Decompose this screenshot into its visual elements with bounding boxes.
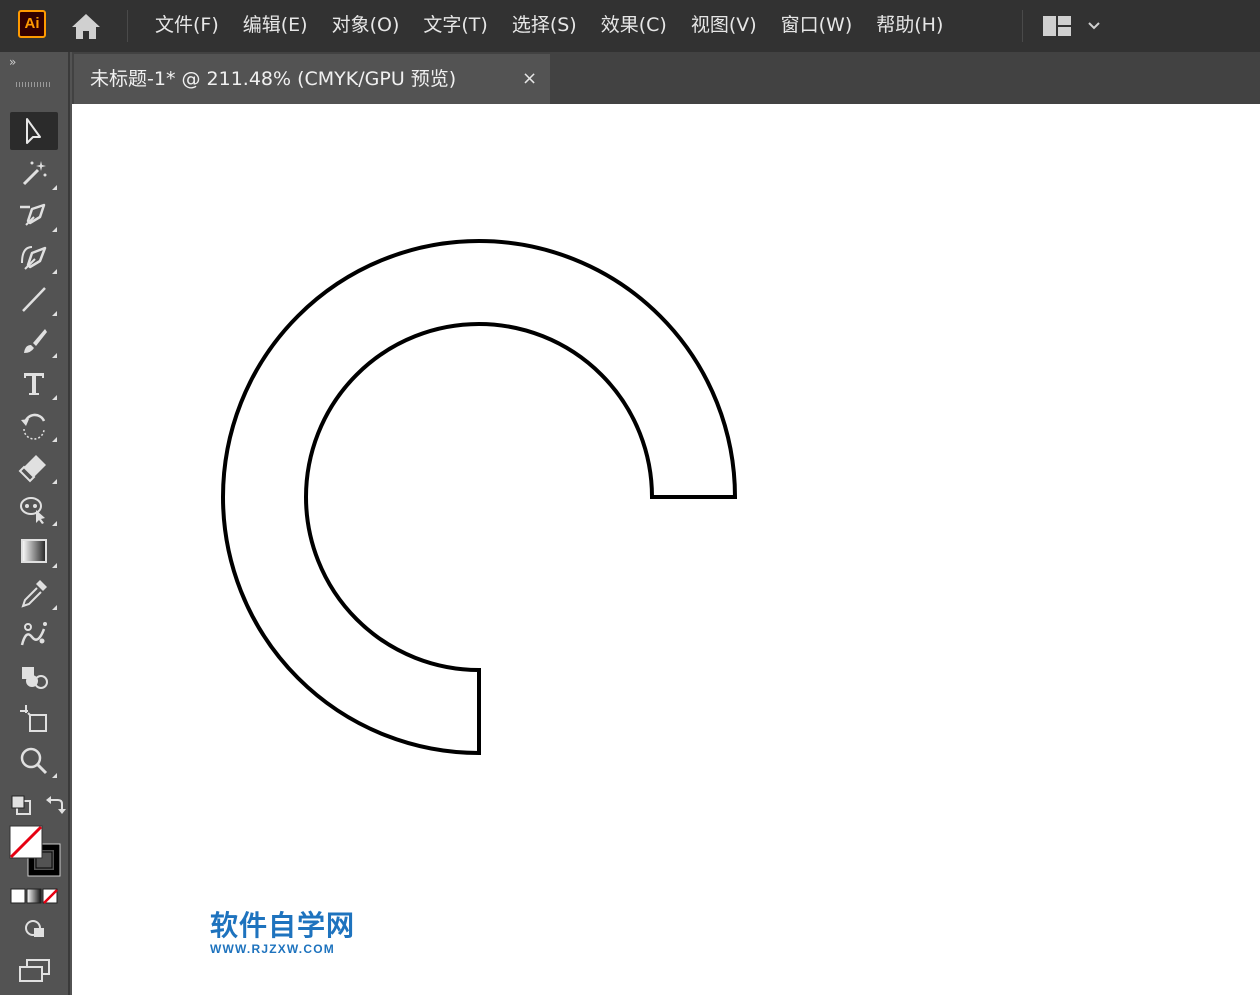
menu-help[interactable]: 帮助(H) — [864, 0, 955, 52]
curvature-pen-icon — [21, 246, 47, 270]
menu-select[interactable]: 选择(S) — [500, 0, 589, 52]
tool-artboard[interactable] — [10, 700, 58, 738]
ring-arc-path[interactable] — [221, 239, 738, 756]
tool-zoom[interactable] — [10, 742, 58, 780]
chevron-down-icon — [1088, 22, 1100, 30]
screen-mode-icon[interactable] — [18, 958, 52, 984]
gradient-mode-button — [26, 888, 42, 904]
eyedropper-icon — [21, 580, 47, 608]
menu-window[interactable]: 窗口(W) — [769, 0, 865, 52]
app-logo: Ai — [18, 10, 46, 38]
puppet-warp-icon — [20, 497, 45, 524]
home-icon — [72, 14, 100, 39]
gradient-icon — [21, 539, 47, 563]
watermark-url: WWW.RJZXW.COM — [210, 942, 335, 956]
tool-eyedropper[interactable] — [10, 574, 58, 612]
tool-puppet-warp[interactable] — [10, 490, 58, 528]
line-segment-icon — [22, 287, 46, 312]
swap-fill-stroke-icon[interactable] — [44, 794, 66, 816]
paintbrush-icon — [24, 329, 47, 353]
tool-magic-wand[interactable] — [10, 154, 58, 192]
document-tab-bar: 未标题-1* @ 211.48% (CMYK/GPU 预览) × — [72, 52, 1260, 104]
workspace-layout-icon — [1043, 16, 1071, 36]
drawing-mode-icon[interactable] — [22, 918, 48, 940]
zoom-icon — [20, 747, 48, 775]
default-fill-stroke-icon[interactable] — [10, 794, 32, 816]
home-button[interactable] — [70, 11, 102, 41]
watermark-name: 软件自学网 — [210, 909, 356, 942]
menu-view[interactable]: 视图(V) — [679, 0, 769, 52]
menu-object[interactable]: 对象(O) — [320, 0, 412, 52]
menu-separator — [1022, 10, 1023, 42]
menu-edit[interactable]: 编辑(E) — [231, 0, 320, 52]
workspace-switcher-button[interactable] — [1040, 10, 1108, 42]
canvas[interactable]: 软件自学网 WWW.RJZXW.COM — [72, 104, 1260, 995]
menu-items: 文件(F) 编辑(E) 对象(O) 文字(T) 选择(S) 效果(C) 视图(V… — [143, 0, 955, 52]
tool-eraser[interactable] — [10, 448, 58, 486]
collapse-panel-icon[interactable]: » — [9, 55, 16, 69]
panel-grip[interactable] — [16, 82, 52, 87]
menu-effect[interactable]: 效果(C) — [589, 0, 679, 52]
magic-wand-icon — [22, 161, 47, 186]
tool-pen[interactable] — [10, 196, 58, 234]
tool-paintbrush[interactable] — [10, 322, 58, 360]
close-icon[interactable]: × — [522, 54, 537, 104]
tool-curvature[interactable] — [10, 238, 58, 276]
menu-separator — [127, 10, 128, 42]
symbol-sprayer-icon — [20, 622, 47, 646]
tool-type[interactable] — [10, 364, 58, 402]
tool-line-segment[interactable] — [10, 280, 58, 318]
shape-builder-icon — [22, 667, 48, 689]
type-icon — [24, 373, 44, 395]
artboard-icon — [20, 705, 47, 732]
document-tab-title: 未标题-1* @ 211.48% (CMYK/GPU 预览) — [90, 68, 457, 90]
artwork — [221, 239, 738, 756]
menu-type[interactable]: 文字(T) — [411, 0, 499, 52]
color-mode-buttons[interactable] — [10, 888, 60, 905]
watermark: 软件自学网 WWW.RJZXW.COM — [210, 909, 360, 957]
document-tab[interactable]: 未标题-1* @ 211.48% (CMYK/GPU 预览) × — [74, 54, 550, 104]
tools-panel: » — [0, 52, 70, 995]
fill-stroke-swatches[interactable] — [8, 824, 64, 880]
menu-bar: Ai 文件(F) 编辑(E) 对象(O) 文字(T) 选择(S) 效果(C) 视… — [0, 0, 1260, 52]
tool-shape-builder[interactable] — [10, 658, 58, 696]
tool-rotate[interactable] — [10, 406, 58, 444]
pen-icon — [20, 203, 46, 226]
tool-selection[interactable] — [10, 112, 58, 150]
tool-symbol-sprayer[interactable] — [10, 616, 58, 654]
selection-arrow-icon — [26, 118, 41, 144]
tool-gradient[interactable] — [10, 532, 58, 570]
eraser-icon — [18, 455, 46, 483]
color-mode-button — [10, 888, 26, 904]
rotate-icon — [21, 413, 46, 440]
menu-file[interactable]: 文件(F) — [143, 0, 231, 52]
